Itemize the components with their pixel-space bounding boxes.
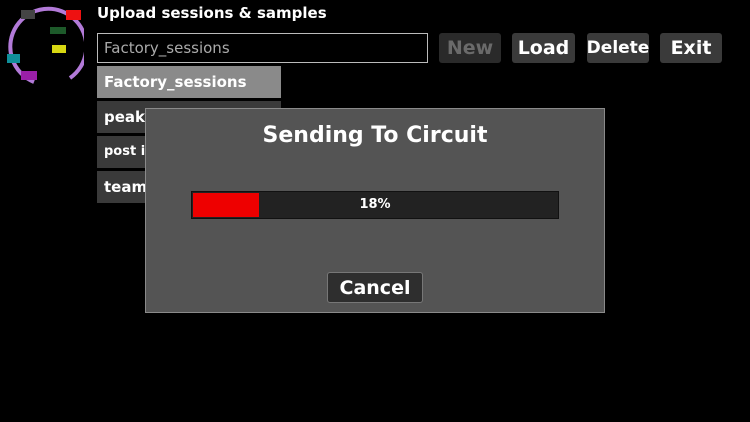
exit-button[interactable]: Exit [660, 33, 722, 63]
sending-dialog: Sending To Circuit 18% Cancel [145, 108, 605, 313]
circuit-logo-icon [4, 4, 89, 90]
delete-button[interactable]: Delete [587, 33, 649, 63]
progress-bar: 18% [191, 191, 559, 219]
cancel-button[interactable]: Cancel [327, 272, 423, 303]
new-button[interactable]: New [439, 33, 501, 63]
progress-percent-label: 18% [359, 197, 391, 212]
session-name-input[interactable] [97, 33, 428, 63]
session-list-item[interactable]: Factory_sessions [97, 66, 281, 98]
load-button[interactable]: Load [512, 33, 575, 63]
page-title: Upload sessions & samples [97, 4, 327, 22]
dialog-title: Sending To Circuit [262, 123, 488, 148]
